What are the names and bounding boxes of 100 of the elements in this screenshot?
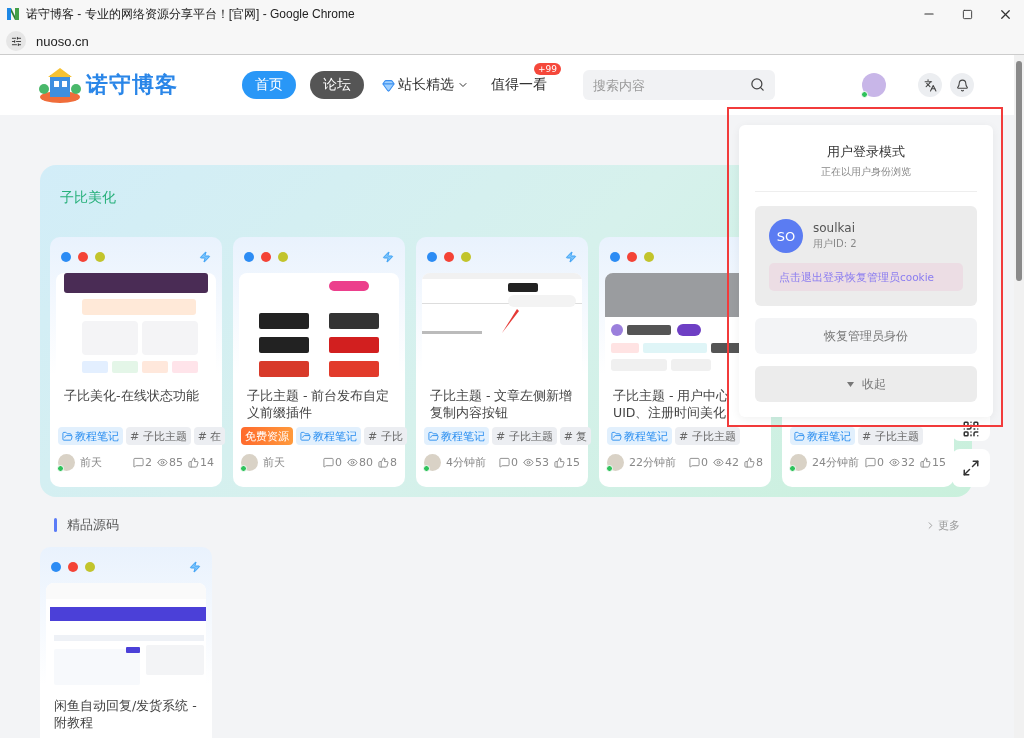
nav-link[interactable]: 论坛 [310,71,364,99]
eye-icon [157,456,168,468]
topic-tag[interactable]: # 子比主题 [675,427,740,445]
collapse-button[interactable]: 收起 [755,366,977,402]
window-dot-icon [444,252,454,262]
search-field[interactable]: 搜索内容 [583,70,775,100]
post-card[interactable]: 子比美化-在线状态功能 教程笔记 # 子比主题 # 在 前天 2 85 14 [50,237,222,487]
address-text[interactable]: nuoso.cn [36,33,89,49]
like-count: 14 [200,455,214,469]
site-info-button[interactable] [6,31,26,51]
view-count: 85 [169,455,183,469]
panel-subtitle: 正在以用户身份浏览 [755,165,977,192]
comment-count: 0 [511,455,518,469]
topic-tag[interactable]: # 子比 [364,427,407,445]
window-dot-icon [244,252,254,262]
window-title: 诺守博客 - 专业的网络资源分享平台！[官网] - Google Chrome [26,5,356,23]
logo-text[interactable]: 诺守博客 [86,70,178,100]
user-initials-avatar: SO [769,219,803,253]
section-title: 子比美化 [59,189,117,207]
category-tag[interactable]: 教程笔记 [607,427,672,445]
post-title[interactable]: 子比主题 - 前台发布自定义前缀插件 [239,387,399,427]
window-dot-icon [95,252,105,262]
author-avatar [241,453,258,471]
topic-tag[interactable]: # 复 [559,427,592,445]
category-tag[interactable]: 教程笔记 [58,427,123,445]
eye-icon [713,456,724,468]
post-title[interactable]: 子比美化-在线状态功能 [56,387,216,427]
eye-icon [347,456,358,468]
topic-tag[interactable]: # 在 [193,427,226,445]
count-badge: +99 [534,63,561,75]
post-title[interactable]: 子比主题 - 文章左侧新增复制内容按钮 [422,387,582,427]
category-tag[interactable]: 教程笔记 [424,427,489,445]
view-count: 80 [359,455,373,469]
post-time: 4分钟前 [446,454,487,470]
window-dot-icon [261,252,271,262]
thumbs-up-icon [744,456,755,468]
bell-icon [955,78,969,92]
post-card[interactable]: 闲鱼自动回复/发货系统 - 附教程 [40,547,212,738]
author-avatar [424,453,441,471]
window-dot-icon [51,562,61,572]
window-dot-icon [78,252,88,262]
user-id: 用户ID: 2 [813,237,857,251]
restore-admin-button[interactable]: 恢复管理员身份 [755,318,977,354]
fullscreen-button[interactable] [952,449,990,487]
comment-icon [499,456,510,468]
window-dot-icon [610,252,620,262]
topic-tag[interactable]: # 子比主题 [492,427,557,445]
window-dot-icon [644,252,654,262]
post-time: 前天 [80,454,103,470]
lightning-icon [189,561,201,573]
category-tag[interactable]: 教程笔记 [296,427,361,445]
notification-button[interactable] [950,73,974,97]
thumbs-up-icon [554,456,565,468]
folder-icon [300,430,311,442]
maximize-icon [961,8,973,20]
folder-icon [62,430,73,442]
nav-link[interactable]: 首页 [242,71,296,99]
sliders-icon [10,35,22,47]
eye-icon [889,456,900,468]
window-dot-icon [427,252,437,262]
logo-drawing [38,67,82,103]
scrollbar-thumb[interactable] [1016,61,1022,281]
post-card[interactable]: 子比主题 - 文章左侧新增复制内容按钮 教程笔记 # 子比主题 # 复 4分钟前 0 53 15 [416,237,588,487]
comment-icon [323,456,334,468]
post-time: 前天 [263,454,286,470]
topic-tag[interactable]: # 子比主题 [126,427,191,445]
post-title[interactable]: 闲鱼自动回复/发货系统 - 附教程 [46,697,206,737]
window-dot-icon [68,562,78,572]
thumbs-up-icon [378,456,389,468]
author-avatar [58,453,75,471]
diamond-icon [382,78,395,92]
search-icon[interactable] [750,77,765,92]
window-dot-icon [461,252,471,262]
author-avatar [790,453,807,471]
like-count: 8 [756,455,763,469]
qr-code-icon [962,420,980,438]
post-time: 24分钟前 [812,454,860,470]
post-card[interactable]: 子比主题 - 前台发布自定义前缀插件 免费资源 教程笔记 # 子比 前天 0 80 8 [233,237,405,487]
translate-icon [923,78,937,92]
lightning-icon [382,251,394,263]
user-name: soulkai [813,221,856,235]
post-time: 22分钟前 [629,454,677,470]
lightning-icon [565,251,577,263]
panel-title: 用户登录模式 [826,143,906,161]
section-title: 精品源码 [67,516,120,534]
category-tag[interactable]: 教程笔记 [790,427,855,445]
topic-tag[interactable]: # 子比主题 [858,427,923,445]
folder-icon [794,430,805,442]
like-count: 15 [932,455,946,469]
eye-icon [523,456,534,468]
comment-icon [689,456,700,468]
translate-button[interactable] [918,73,942,97]
author-avatar [607,453,624,471]
comment-icon [865,456,876,468]
comment-icon [133,456,144,468]
caret-icon [846,381,854,387]
like-count: 8 [390,455,397,469]
nav-link[interactable]: 站长精选 [378,71,473,99]
folder-icon [611,430,622,442]
comment-count: 2 [145,455,152,469]
